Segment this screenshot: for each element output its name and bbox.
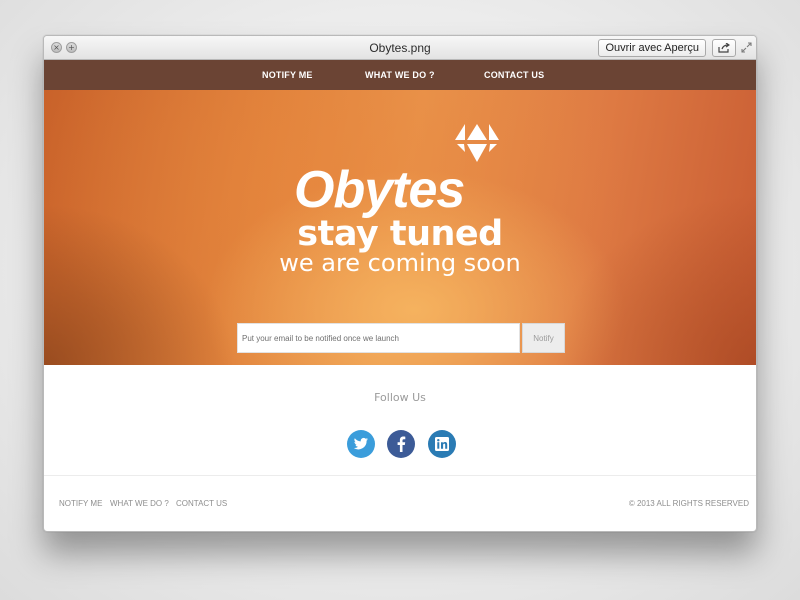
hero-subtitle: we are coming soon: [279, 249, 521, 277]
follow-us-title: Follow Us: [374, 391, 426, 404]
facebook-link[interactable]: [387, 430, 415, 458]
footer-contact-us[interactable]: CONTACT US: [176, 499, 227, 508]
facebook-icon: [397, 436, 406, 452]
share-button[interactable]: [712, 39, 736, 57]
hero-section: Obytes stay tuned we are coming soon Not…: [44, 90, 756, 365]
twitter-icon: [353, 437, 368, 450]
share-icon: [718, 43, 730, 53]
fullscreen-button[interactable]: [740, 41, 752, 53]
nav-contact-us[interactable]: CONTACT US: [484, 70, 544, 80]
footer-notify-me[interactable]: NOTIFY ME: [59, 499, 102, 508]
preview-window: × + Obytes.png Ouvrir avec Aperçu NOTIFY…: [43, 35, 757, 532]
window-titlebar[interactable]: × + Obytes.png Ouvrir avec Aperçu: [44, 36, 756, 60]
brand-logo: Obytes: [294, 161, 465, 219]
notify-button[interactable]: Notify: [522, 323, 565, 353]
desktop-background: × + Obytes.png Ouvrir avec Aperçu NOTIFY…: [0, 0, 800, 600]
nav-notify-me[interactable]: NOTIFY ME: [262, 70, 313, 80]
fullscreen-icon: [740, 41, 752, 53]
email-input[interactable]: [237, 323, 520, 353]
linkedin-link[interactable]: [428, 430, 456, 458]
open-with-preview-button[interactable]: Ouvrir avec Aperçu: [598, 39, 706, 57]
footer-divider: [44, 475, 756, 476]
hero-title: stay tuned: [297, 214, 503, 254]
logo-mark-icon: [455, 124, 499, 162]
linkedin-icon: [435, 437, 449, 451]
twitter-link[interactable]: [347, 430, 375, 458]
nav-what-we-do[interactable]: WHAT WE DO ?: [365, 70, 435, 80]
top-navigation: NOTIFY ME WHAT WE DO ? CONTACT US: [44, 60, 756, 90]
footer-what-we-do[interactable]: WHAT WE DO ?: [110, 499, 169, 508]
copyright-text: © 2013 ALL RIGHTS RESERVED: [628, 499, 749, 508]
